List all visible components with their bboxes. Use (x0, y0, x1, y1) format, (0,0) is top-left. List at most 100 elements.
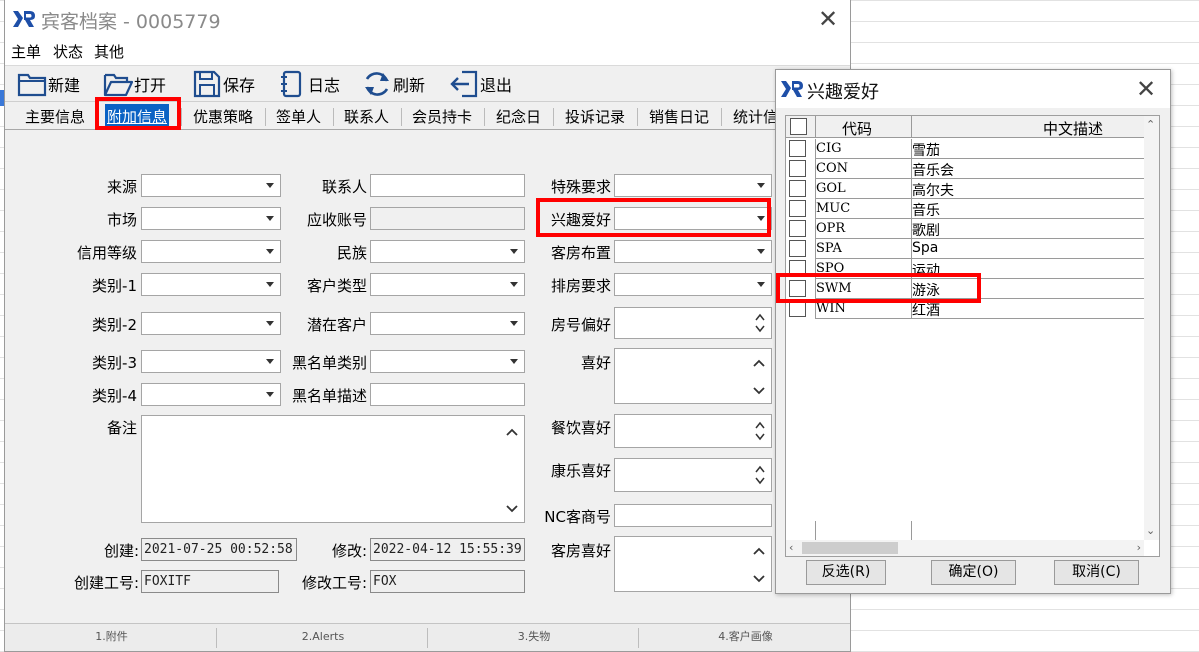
horizontal-scrollbar[interactable]: ‹ › (786, 540, 1144, 556)
close-icon[interactable]: ✕ (815, 7, 841, 33)
tab-sales-diary[interactable]: 销售日记 (647, 106, 711, 128)
special-request-select[interactable] (614, 174, 772, 197)
spin-up-icon[interactable] (755, 312, 765, 322)
refresh-button[interactable]: 刷新 (362, 69, 425, 99)
tab-membership-cards[interactable]: 会员持卡 (410, 106, 474, 128)
interests-select[interactable] (614, 207, 772, 230)
cancel-button[interactable]: 取消(C) (1054, 560, 1139, 585)
scroll-down-icon[interactable] (504, 501, 520, 517)
grid-row[interactable]: CON 音乐会 (786, 159, 1146, 179)
remark-textarea[interactable] (141, 415, 525, 523)
scroll-down-icon[interactable] (751, 383, 767, 399)
nc-vendor-no-input[interactable] (614, 504, 772, 527)
row-checkbox[interactable] (789, 240, 806, 257)
menu-other[interactable]: 其他 (94, 41, 124, 62)
tab-complaints[interactable]: 投诉记录 (563, 106, 627, 128)
row-description: 歌剧 (912, 223, 940, 239)
vertical-scrollbar[interactable]: ⌃ ⌄ (1144, 116, 1159, 540)
tab-additional-info[interactable]: 附加信息 (105, 104, 170, 126)
credit-level-select[interactable] (141, 240, 281, 263)
log-button[interactable]: 日志 (277, 69, 340, 99)
scroll-up-icon[interactable] (751, 355, 767, 371)
scroll-up-icon[interactable] (504, 424, 520, 440)
exit-button[interactable]: 退出 (449, 69, 512, 99)
menu-status[interactable]: 状态 (53, 41, 83, 62)
ethnicity-label: 民族 (336, 244, 367, 262)
modifier-id-value: FOX (373, 574, 397, 589)
blacklist-desc-input[interactable] (370, 383, 525, 406)
source-select[interactable] (141, 174, 281, 197)
row-checkbox[interactable] (789, 300, 806, 317)
menu-main-folio[interactable]: 主单 (11, 41, 41, 62)
tab-main-info[interactable]: 主要信息 (23, 106, 87, 128)
log-book-icon (281, 70, 302, 98)
status-lost-found[interactable]: 3.失物 (430, 628, 639, 648)
category-4-select[interactable] (141, 383, 281, 406)
row-checkbox[interactable] (789, 140, 806, 157)
contact-input[interactable] (370, 174, 525, 197)
spin-down-icon[interactable] (755, 476, 765, 486)
grid-divider (815, 239, 816, 259)
grid-row[interactable]: SPO 运动 (786, 259, 1146, 279)
grid-row[interactable]: CIG 雪茄 (786, 139, 1146, 159)
room-number-pref-input[interactable] (614, 307, 772, 339)
category-3-select[interactable] (141, 350, 281, 373)
grid-row[interactable]: OPR 歌剧 (786, 219, 1146, 239)
scroll-down-icon[interactable] (751, 571, 767, 587)
tab-discount-policy[interactable]: 优惠策略 (191, 106, 255, 128)
scroll-left-icon[interactable]: ‹ (789, 541, 793, 555)
ethnicity-select[interactable] (370, 240, 525, 263)
potential-customer-select[interactable] (370, 312, 525, 335)
status-alerts[interactable]: 2.Alerts (219, 628, 428, 648)
horizontal-scroll-thumb[interactable] (802, 542, 898, 554)
room-pref-textarea[interactable] (614, 536, 772, 592)
grid-row[interactable]: SPA Spa (786, 239, 1146, 259)
status-attachments[interactable]: 1.附件 (7, 628, 217, 648)
customer-type-select[interactable] (370, 273, 525, 296)
row-checkbox[interactable] (789, 160, 806, 177)
dining-pref-input[interactable] (614, 414, 772, 448)
select-all-checkbox[interactable] (790, 118, 807, 135)
tab-signers[interactable]: 签单人 (274, 106, 323, 128)
scroll-down-icon[interactable]: ⌄ (1146, 524, 1155, 538)
grid-row[interactable]: WIN 红酒 (786, 299, 1146, 319)
spin-up-icon[interactable] (755, 464, 765, 474)
row-checkbox[interactable] (789, 180, 806, 197)
tab-anniversaries[interactable]: 纪念日 (494, 106, 543, 128)
market-select[interactable] (141, 207, 281, 230)
entertainment-pref-input[interactable] (614, 458, 772, 492)
blacklist-category-select[interactable] (370, 350, 525, 373)
spin-down-icon[interactable] (755, 432, 765, 442)
dialog-title-bar: 兴趣爱好 ✕ (776, 70, 1170, 108)
category-1-select[interactable] (141, 273, 281, 296)
invert-selection-button[interactable]: 反选(R) (806, 560, 886, 585)
room-assign-request-select[interactable] (614, 273, 772, 296)
spin-down-icon[interactable] (755, 324, 765, 334)
hobbies-textarea[interactable] (614, 348, 772, 404)
code-column-header[interactable]: 代码 (842, 118, 872, 139)
grid-row[interactable]: MUC 音乐 (786, 199, 1146, 219)
scroll-up-icon[interactable]: ⌃ (1146, 118, 1155, 132)
tab-contacts[interactable]: 联系人 (342, 106, 391, 128)
tab-statistics[interactable]: 统计信 (731, 106, 780, 128)
status-customer-profile[interactable]: 4.客户画像 (641, 628, 850, 648)
ok-button[interactable]: 确定(O) (931, 560, 1016, 585)
grid-row[interactable]: GOL 高尔夫 (786, 179, 1146, 199)
row-checkbox[interactable] (789, 260, 806, 277)
grid-row[interactable]: SWM 游泳 (786, 279, 1146, 299)
room-layout-select[interactable] (614, 240, 772, 263)
row-checkbox[interactable] (789, 220, 806, 237)
scroll-up-icon[interactable] (751, 543, 767, 559)
spin-up-icon[interactable] (755, 420, 765, 430)
scroll-right-icon[interactable]: › (1137, 541, 1141, 555)
save-button[interactable]: 保存 (192, 69, 255, 99)
close-icon[interactable]: ✕ (1133, 77, 1159, 103)
open-button[interactable]: 打开 (103, 69, 166, 99)
row-code: SPA (816, 241, 842, 256)
new-button[interactable]: 新建 (17, 69, 80, 99)
folder-open-icon (103, 73, 133, 97)
category-2-select[interactable] (141, 312, 281, 335)
row-checkbox[interactable] (789, 200, 806, 217)
row-checkbox[interactable] (789, 280, 806, 297)
desc-column-header[interactable]: 中文描述 (1043, 118, 1103, 139)
